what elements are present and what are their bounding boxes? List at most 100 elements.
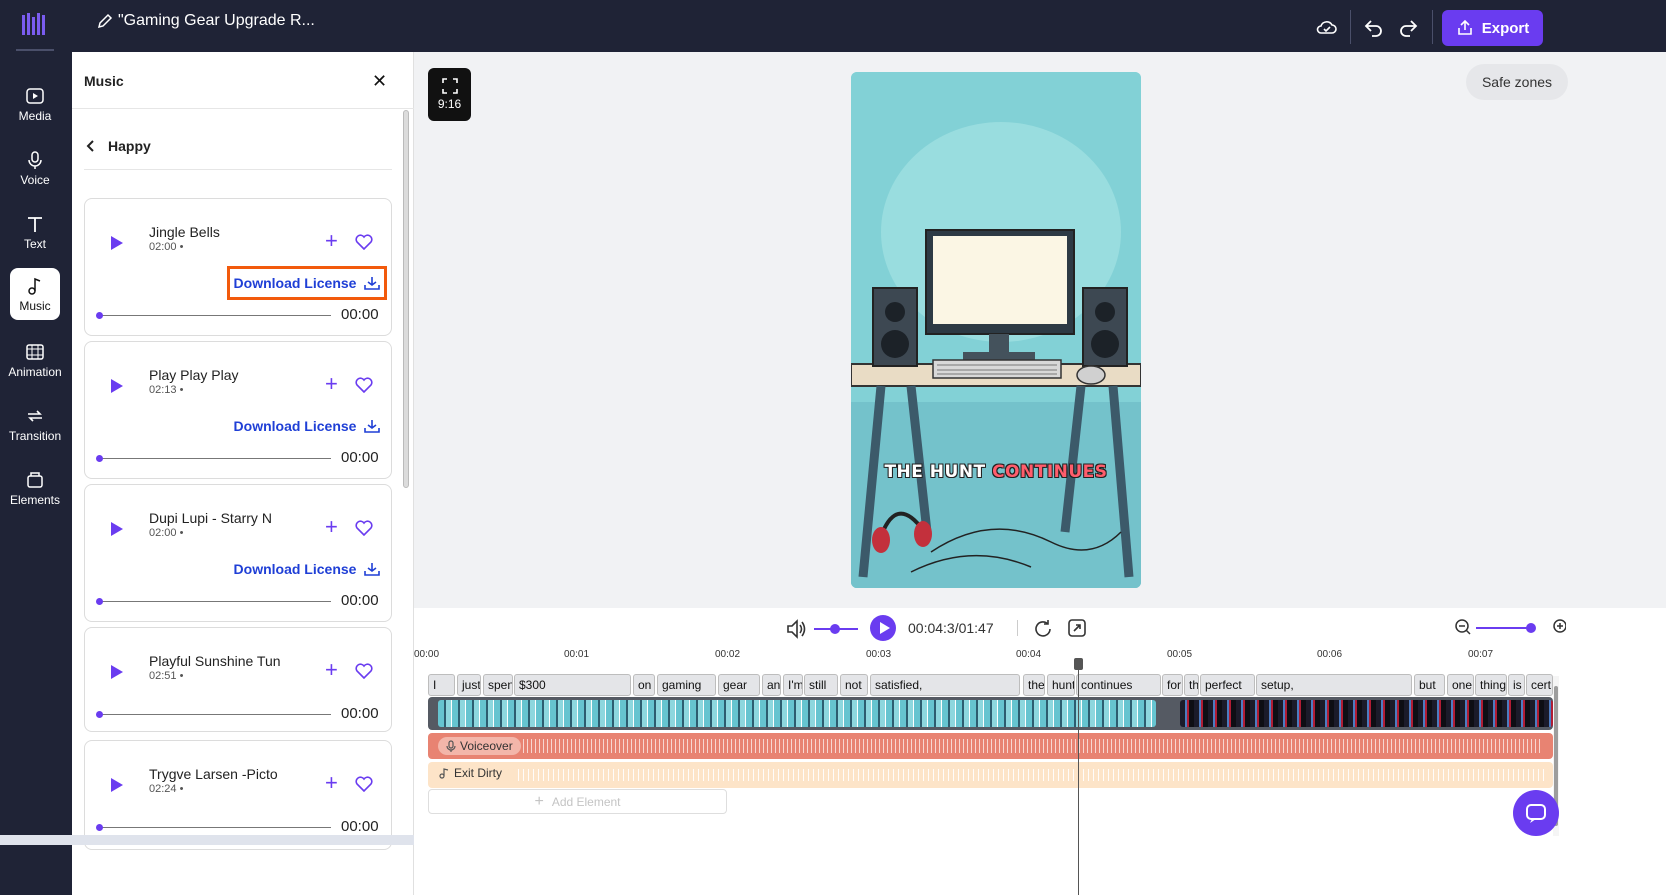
caption-word[interactable]: gaming bbox=[657, 674, 716, 696]
video-preview[interactable]: THE HUNT CONTINUES bbox=[851, 72, 1141, 588]
project-title-text[interactable]: "Gaming Gear Upgrade R... bbox=[118, 12, 315, 30]
music-track[interactable]: Exit Dirty bbox=[428, 762, 1553, 788]
nav-item-voice[interactable]: Voice bbox=[10, 142, 60, 194]
download-license-link[interactable]: Download License bbox=[227, 409, 387, 443]
progress-handle[interactable] bbox=[96, 711, 103, 718]
playhead[interactable] bbox=[1078, 660, 1079, 895]
zoom-in-icon[interactable] bbox=[1552, 618, 1566, 636]
track-progress-bar[interactable] bbox=[99, 714, 331, 715]
play-icon[interactable] bbox=[111, 236, 123, 250]
heart-icon[interactable] bbox=[355, 520, 373, 536]
caption-word[interactable]: is bbox=[1508, 674, 1525, 696]
nav-label: Elements bbox=[9, 492, 61, 507]
caption-word[interactable]: continues bbox=[1076, 674, 1161, 696]
play-icon[interactable] bbox=[111, 379, 123, 393]
nav-item-animation[interactable]: Animation bbox=[8, 334, 62, 386]
caption-word[interactable]: thing bbox=[1475, 674, 1507, 696]
export-label: Export bbox=[1481, 19, 1530, 37]
play-icon[interactable] bbox=[111, 665, 123, 679]
caption-word[interactable]: perfect bbox=[1200, 674, 1255, 696]
progress-handle[interactable] bbox=[96, 455, 103, 462]
track-progress-bar[interactable] bbox=[99, 458, 331, 459]
project-title[interactable]: "Gaming Gear Upgrade R... bbox=[96, 12, 315, 30]
add-element-button[interactable]: + Add Element bbox=[428, 789, 727, 814]
music-track-card[interactable]: Playful Sunshine Tun 02:51 • + 00:00 bbox=[84, 627, 392, 732]
voiceover-track-label[interactable]: Voiceover bbox=[438, 737, 521, 755]
progress-handle[interactable] bbox=[96, 598, 103, 605]
aspect-ratio-button[interactable]: 9:16 bbox=[428, 68, 471, 121]
caption-word[interactable]: $300 bbox=[514, 674, 631, 696]
nav-item-elements[interactable]: Elements bbox=[10, 462, 60, 514]
cloud-sync-icon[interactable] bbox=[1315, 15, 1339, 39]
undo-icon[interactable] bbox=[1362, 15, 1386, 39]
caption-word[interactable]: setup, bbox=[1256, 674, 1412, 696]
download-license-link[interactable]: Download License bbox=[227, 552, 387, 586]
heart-icon[interactable] bbox=[355, 776, 373, 792]
voiceover-track[interactable]: Voiceover bbox=[428, 733, 1553, 759]
volume-handle[interactable] bbox=[830, 624, 840, 634]
caption-word[interactable]: I'm bbox=[783, 674, 803, 696]
caption-word[interactable]: hunt bbox=[1047, 674, 1075, 696]
volume-icon[interactable] bbox=[785, 618, 809, 640]
caption-word[interactable]: on bbox=[633, 674, 655, 696]
video-caption-overlay[interactable]: THE HUNT CONTINUES bbox=[851, 462, 1141, 482]
progress-handle[interactable] bbox=[96, 312, 103, 319]
heart-icon[interactable] bbox=[355, 663, 373, 679]
progress-handle[interactable] bbox=[96, 824, 103, 831]
export-button[interactable]: Export bbox=[1442, 10, 1543, 46]
caption-word[interactable]: not bbox=[840, 674, 868, 696]
category-back-row[interactable]: Happy bbox=[84, 126, 392, 170]
download-license-link[interactable]: Download License bbox=[227, 266, 387, 300]
caption-word[interactable]: still bbox=[804, 674, 838, 696]
close-icon[interactable]: ✕ bbox=[372, 71, 387, 92]
video-track[interactable] bbox=[428, 697, 1553, 730]
add-track-icon[interactable]: + bbox=[325, 372, 338, 396]
video-clip[interactable] bbox=[438, 700, 1156, 727]
panel-scrollbar[interactable] bbox=[403, 110, 409, 488]
music-track-card[interactable]: Trygve Larsen -Picto 02:24 • + 00:00 bbox=[84, 740, 392, 850]
caption-word[interactable]: gear bbox=[718, 674, 760, 696]
play-icon[interactable] bbox=[111, 522, 123, 536]
caption-word[interactable]: but bbox=[1414, 674, 1445, 696]
add-track-icon[interactable]: + bbox=[325, 229, 338, 253]
play-button[interactable] bbox=[870, 615, 896, 641]
expand-icon[interactable] bbox=[1067, 618, 1087, 638]
track-progress-bar[interactable] bbox=[99, 315, 331, 316]
chevron-left-icon[interactable] bbox=[84, 138, 98, 154]
caption-word[interactable]: th bbox=[1184, 674, 1199, 696]
nav-item-media[interactable]: Media bbox=[10, 78, 60, 130]
nav-item-music[interactable]: Music bbox=[10, 268, 60, 320]
track-progress-bar[interactable] bbox=[99, 827, 331, 828]
zoom-handle[interactable] bbox=[1526, 623, 1536, 633]
zoom-out-icon[interactable] bbox=[1454, 618, 1472, 636]
redo-icon[interactable] bbox=[1396, 15, 1420, 39]
heart-icon[interactable] bbox=[355, 234, 373, 250]
caption-word[interactable]: cert bbox=[1526, 674, 1553, 696]
video-clip[interactable] bbox=[1180, 700, 1553, 727]
music-track-card[interactable]: Dupi Lupi - Starry N 02:00 • + Download … bbox=[84, 484, 392, 622]
music-track-card[interactable]: Play Play Play 02:13 • + Download Licens… bbox=[84, 341, 392, 479]
caption-word[interactable]: the bbox=[1023, 674, 1045, 696]
music-track-label[interactable]: Exit Dirty bbox=[438, 766, 502, 780]
support-chat-button[interactable] bbox=[1513, 790, 1559, 836]
caption-word[interactable]: just bbox=[457, 674, 481, 696]
caption-word[interactable]: satisfied, bbox=[870, 674, 1020, 696]
caption-word[interactable]: one bbox=[1447, 674, 1474, 696]
caption-word[interactable]: for bbox=[1162, 674, 1183, 696]
add-track-icon[interactable]: + bbox=[325, 658, 338, 682]
pencil-icon[interactable] bbox=[96, 12, 114, 30]
caption-word[interactable]: I bbox=[428, 674, 455, 696]
safe-zones-button[interactable]: Safe zones bbox=[1466, 64, 1568, 100]
loop-icon[interactable] bbox=[1033, 618, 1053, 638]
play-icon[interactable] bbox=[111, 778, 123, 792]
music-track-card[interactable]: Jingle Bells 02:00 • + Download License … bbox=[84, 198, 392, 336]
caption-word[interactable]: spent bbox=[483, 674, 513, 696]
track-progress-bar[interactable] bbox=[99, 601, 331, 602]
add-track-icon[interactable]: + bbox=[325, 771, 338, 795]
nav-item-transition[interactable]: Transition bbox=[9, 398, 61, 450]
heart-icon[interactable] bbox=[355, 377, 373, 393]
add-track-icon[interactable]: + bbox=[325, 515, 338, 539]
caption-word[interactable]: an bbox=[762, 674, 781, 696]
app-logo-icon[interactable] bbox=[20, 11, 48, 37]
nav-item-text[interactable]: Text bbox=[10, 206, 60, 258]
